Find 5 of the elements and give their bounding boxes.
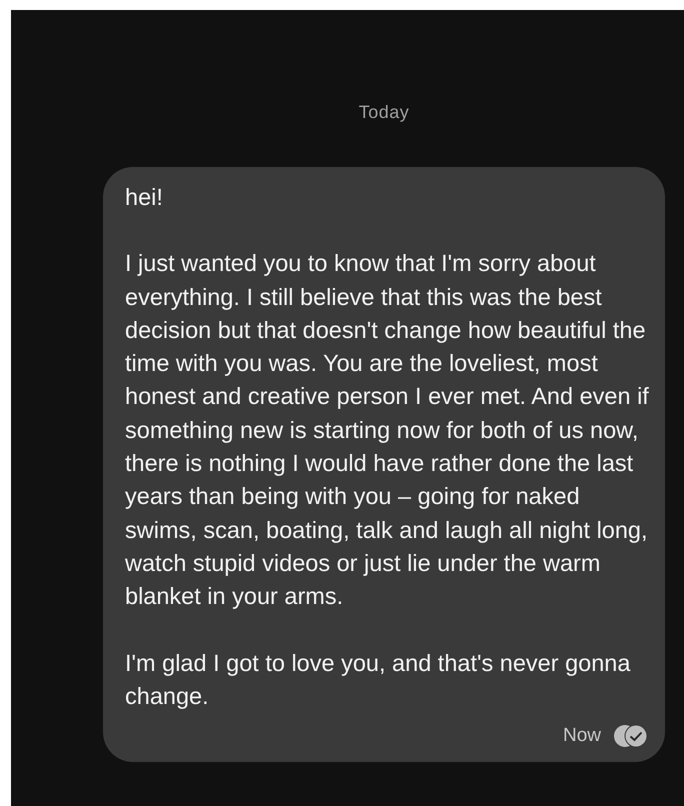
message-text: I just wanted you to know that I'm sorry about everything. I still believe that this was the best decision but that doesn't change how beautiful the time with you was. You are the loveliest, most honest and creative person I ever met. And even if something new is starting now for both of us now, there is nothing I would have rather done the last years than being with you – going for naked swims, scan, boating, talk and laugh all night long, watch stupid videos or just lie under the warm blanket in your arms. (125, 249, 649, 612)
date-divider: Today (358, 102, 410, 123)
message-text: I'm glad I got to love you, and that's never gonna change. (125, 648, 632, 711)
message-text: hei! (125, 183, 164, 212)
message-time: Now (562, 725, 601, 748)
